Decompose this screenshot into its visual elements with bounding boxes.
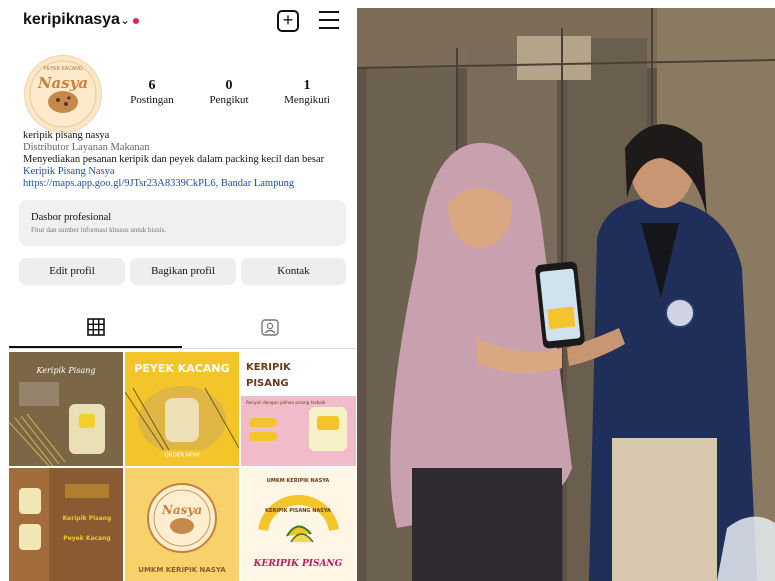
stat-posts-value: 6 [148,78,156,93]
stat-followers-value: 0 [225,78,233,93]
post-2-title: PEYEK KACANG [134,362,229,375]
bio-link-url[interactable]: https://maps.app.goo.gl/9JTsr23A8339CkPL… [23,178,324,190]
post-2-caption: ORDER NOW [164,453,200,459]
dashboard-subtitle: Fitur dan sumber informasi khusus untuk … [31,226,167,234]
stat-posts[interactable]: 6 Postingan [122,78,182,106]
notification-dot [133,18,139,24]
top-bar: keripiknasya ⌄ + [9,0,356,44]
grid-icon[interactable] [87,318,105,336]
post-3-artwork: KERIPIK PISANG KERIPIK PISANG Renyah den… [241,352,356,466]
post-grid: Keripik Pisang PEYEK KACANG ORDER NOW KE… [9,352,356,581]
post-3[interactable]: KERIPIK PISANG KERIPIK PISANG Renyah den… [241,352,356,466]
menu-icon[interactable] [319,11,339,29]
instagram-profile: keripiknasya ⌄ + PEYEK KACANG Nasya 6 Po… [9,0,356,581]
tagged-icon[interactable] [261,318,279,336]
post-2-artwork: PEYEK KACANG ORDER NOW [125,352,239,466]
bio-category: Distributor Layanan Makanan [23,142,150,153]
post-6-title: KERIPIK PISANG NASYA [265,508,331,514]
post-4-artwork: Keripik Pisang Peyek Kacang [9,468,123,581]
post-6-artwork: UMKM KERIPIK NASYA KERIPIK PISANG NASYA … [241,468,356,581]
post-5-title: Nasya [161,503,202,517]
bio-name: keripik pisang nasya [23,130,110,141]
stat-following-value: 1 [303,78,311,93]
post-6[interactable]: UMKM KERIPIK NASYA KERIPIK PISANG NASYA … [241,468,356,581]
post-2[interactable]: PEYEK KACANG ORDER NOW [125,352,239,466]
post-1-title: Keripik Pisang [35,366,95,375]
stat-posts-label: Postingan [130,94,174,106]
photo-two-women-with-phone [357,8,775,581]
post-5[interactable]: Nasya UMKM KERIPIK NASYA [125,468,239,581]
create-post-icon[interactable]: + [277,10,299,32]
username[interactable]: keripiknasya [23,11,120,29]
post-4-title: Keripik Pisang [63,515,112,522]
stat-followers-label: Pengikut [209,94,249,106]
stat-following-label: Mengikuti [284,94,330,106]
bio-description: Menyediakan pesanan keripik dan peyek da… [23,154,325,165]
chevron-down-icon[interactable]: ⌄ [120,13,130,28]
profile-tabs [9,312,356,349]
post-5-caption: UMKM KERIPIK NASYA [138,566,226,574]
post-4-subtitle: Peyek Kacang [63,535,110,542]
contact-button[interactable]: Kontak [241,258,346,285]
avatar-logo: PEYEK KACANG Nasya [29,60,97,128]
edit-profile-button[interactable]: Edit profil [19,258,125,285]
stat-followers[interactable]: 0 Pengikut [199,78,259,106]
post-6-caption: KERIPIK PISANG [253,559,343,569]
active-tab-indicator [9,346,182,348]
photo-illustration [357,8,775,581]
avatar-brand-text: Nasya [37,74,88,92]
avatar-ring-text: PEYEK KACANG [43,66,82,72]
dashboard-title: Dasbor profesional [31,212,112,223]
post-5-artwork: Nasya UMKM KERIPIK NASYA [125,468,239,581]
post-1-artwork: Keripik Pisang [9,352,123,466]
post-3-subtitle: Renyah dengan pilihan pisang terbaik [246,400,326,405]
bio-link-name[interactable]: Keripik Pisang Nasya [23,166,324,178]
stat-following[interactable]: 1 Mengikuti [275,78,339,106]
post-6-header: UMKM KERIPIK NASYA [267,478,330,484]
post-1[interactable]: Keripik Pisang [9,352,123,466]
post-4[interactable]: Keripik Pisang Peyek Kacang [9,468,123,581]
svg-text:PISANG: PISANG [246,378,289,389]
professional-dashboard[interactable]: Dasbor profesional Fitur dan sumber info… [19,200,346,246]
bio: keripik pisang nasya Distributor Layanan… [23,130,324,190]
avatar[interactable]: PEYEK KACANG Nasya [24,55,102,133]
svg-text:KERIPIK: KERIPIK [246,362,292,373]
share-profile-button[interactable]: Bagikan profil [130,258,236,285]
